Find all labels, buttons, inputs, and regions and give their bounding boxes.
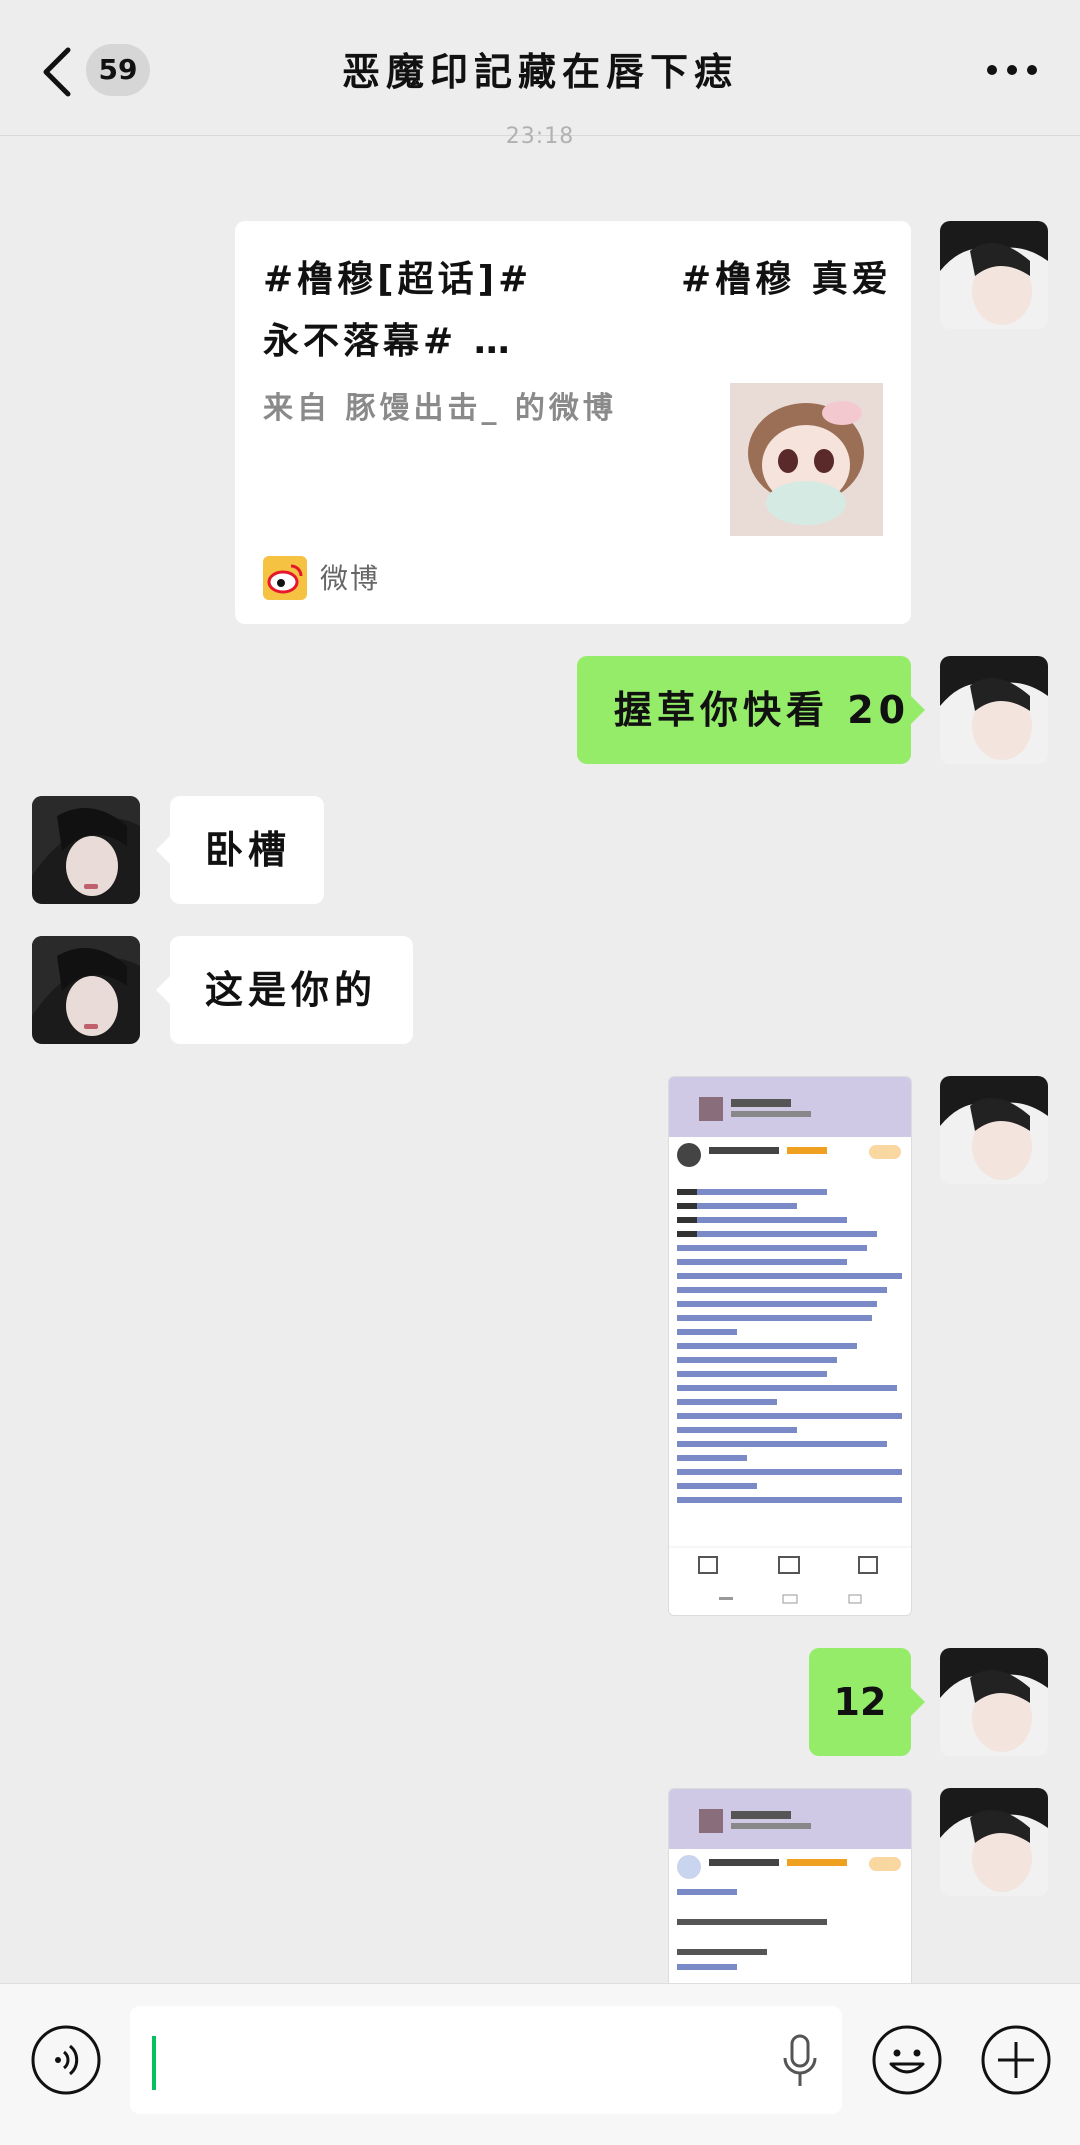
image-message[interactable]	[668, 1788, 912, 1984]
share-card-source: 来自 豚馒出击_ 的微博	[263, 391, 617, 426]
my-avatar[interactable]	[940, 1648, 1048, 1756]
microphone-icon[interactable]	[780, 2032, 820, 2090]
my-avatar[interactable]	[940, 1788, 1048, 1896]
message-bubble[interactable]: 这是你的	[156, 936, 413, 1044]
contact-avatar[interactable]	[32, 936, 140, 1044]
emoji-icon[interactable]	[871, 2024, 943, 2096]
message-input[interactable]	[130, 2006, 842, 2114]
share-card-app-label: 微博	[320, 562, 381, 595]
message-bubble[interactable]: 12	[809, 1648, 925, 1756]
chat-title: 恶魔印記藏在唇下痣	[341, 50, 738, 94]
message-timestamp: 23:18	[505, 124, 575, 149]
message-bubble[interactable]: 握草你快看 20	[577, 656, 925, 764]
contact-avatar[interactable]	[32, 796, 140, 904]
message-input-bar	[0, 1983, 1080, 2145]
plus-icon[interactable]	[980, 2024, 1052, 2096]
my-avatar[interactable]	[940, 1076, 1048, 1184]
weibo-icon	[263, 556, 307, 600]
my-avatar[interactable]	[940, 221, 1048, 329]
my-avatar[interactable]	[940, 656, 1048, 764]
voice-icon[interactable]	[30, 2024, 102, 2096]
text-caret	[152, 2036, 156, 2090]
message-bubble[interactable]: 卧槽	[156, 796, 324, 904]
share-card-title: #橹穆[超话]# #橹穆 真爱 永不落幕# …	[263, 259, 892, 362]
more-icon[interactable]	[984, 58, 1040, 82]
weibo-share-card[interactable]: #橹穆[超话]# #橹穆 真爱 永不落幕# … 来自 豚馒出击_ 的微博 微博	[235, 221, 911, 624]
share-card-thumbnail	[730, 383, 883, 536]
chat-header: 59 恶魔印記藏在唇下痣	[0, 0, 1080, 136]
image-message[interactable]	[668, 1076, 912, 1616]
